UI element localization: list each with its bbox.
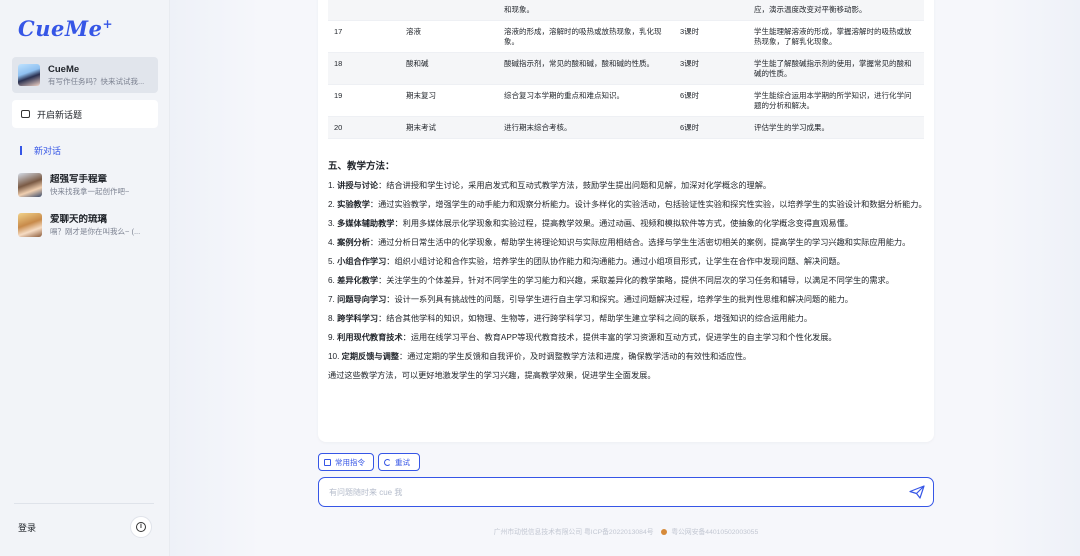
table-cell: 学生能理解溶液的形成，掌握溶解时的吸热或放热现象，了解乳化现象。 [748,20,924,53]
history-item[interactable]: 超强写手程章 快来找我拿一起创作吧~ [18,172,163,198]
retry-button[interactable]: 重试 [378,453,420,471]
common-commands-button[interactable]: 常用指令 [318,453,374,471]
list-item: 6. 差异化教学：关注学生的个体差异，针对不同学生的学习能力和兴趣，采取差异化的… [328,276,894,285]
table-cell: 溶液 [400,20,498,53]
sidebar-divider [14,503,154,504]
list-item: 3. 多媒体辅助教学：利用多媒体展示化学现象和实验过程，提高教学效果。通过动画、… [328,219,853,228]
table-cell: 期末复习 [400,84,498,117]
active-indicator [20,145,22,155]
bot-card-title: CueMe [48,63,80,75]
table-cell: 18 [328,52,400,85]
methods-section: 五、教学方法： 1. 讲授与讨论：结合讲授和学生讨论，采用启发式和互动式教学方法… [328,160,928,382]
history-subtitle: 嗝？刚才是你在叫我么~ (... [50,226,141,236]
history-item[interactable]: 爱聊天的琉璃 嗝？刚才是你在叫我么~ (... [18,212,163,238]
chat-bubble-icon [21,110,30,118]
table-row: 和现象。 应，演示温度改变对平衡移动影。 [328,0,924,21]
table-row: 17 溶液 溶液的形成，溶解时的吸热或放热现象，乳化现象。 3课时 学生能理解溶… [328,20,924,53]
footer-company[interactable]: 广州市动悦信息技术有限公司 粤ICP备2022013084号 [494,529,654,536]
footer-police[interactable]: 粤公网安备44010502003055 [671,529,758,536]
table-cell: 酸碱指示剂，常见的酸和碱，酸和碱的性质。 [498,52,674,85]
table-cell: 17 [328,20,400,53]
table-row: 20 期末考试 进行期末综合考核。 6课时 评估学生的学习成果。 [328,116,924,139]
list-item: 4. 案例分析：通过分析日常生活中的化学现象，帮助学生将理论知识与实际应用相结合… [328,238,911,247]
police-badge-icon [661,529,668,536]
table-cell: 20 [328,116,400,139]
message-panel: 和现象。 应，演示温度改变对平衡移动影。 17 溶液 溶液的形成，溶解时的吸热或… [318,0,934,442]
send-icon[interactable] [909,485,925,499]
list-item: 10. 定期反馈与调整：通过定期的学生反馈和自我评价，及时调整教学方法和进度，确… [328,352,752,361]
curriculum-table: 和现象。 应，演示温度改变对平衡移动影。 17 溶液 溶液的形成，溶解时的吸热或… [328,0,924,139]
list-item: 1. 讲授与讨论：结合讲授和学生讨论，采用启发式和互动式教学方法，鼓励学生提出问… [328,181,772,190]
section-title: 五、教学方法： [328,161,395,172]
table-cell: 评估学生的学习成果。 [748,116,924,139]
table-cell: 6课时 [674,116,748,139]
table-cell: 学生能了解酸碱指示剂的使用，掌握常见的酸和碱的性质。 [748,52,924,85]
table-cell: 6课时 [674,84,748,117]
bot-card-subtitle: 有写作任务吗？快来试试我... [48,76,145,86]
command-icon [324,458,331,466]
retry-icon [384,458,391,466]
table-cell: 3课时 [674,52,748,85]
history-subtitle: 快来找我拿一起创作吧~ [50,186,130,196]
main-area: 和现象。 应，演示温度改变对平衡移动影。 17 溶液 溶液的形成，溶解时的吸热或… [170,0,1080,556]
table-cell: 和现象。 [498,0,674,21]
summary-text: 通过这些教学方法，可以更好地激发学生的学习兴趣，提高教学效果，促进学生全面发展。 [328,371,656,380]
new-topic-label: 开启新话题 [37,109,83,120]
sidebar-item-new-chat[interactable]: 新对话 [20,144,61,156]
login-link[interactable]: 登录 [18,521,36,534]
table-cell: 19 [328,84,400,117]
history-title: 超强写手程章 [50,173,108,185]
table-cell: 学生能综合运用本学期的所学知识，进行化学问题的分析和解决。 [748,84,924,117]
list-item: 7. 问题导向学习：设计一系列具有挑战性的问题，引导学生进行自主学习和探究。通过… [328,295,853,304]
sidebar: CueMe+ CueMe 有写作任务吗？快来试试我... 开启新话题 新对话 超… [0,0,170,556]
avatar [18,213,42,237]
table-row: 19 期末复习 综合复习本学期的重点和难点知识。 6课时 学生能综合运用本学期的… [328,84,924,117]
table-cell: 3课时 [674,20,748,53]
new-chat-label: 新对话 [34,145,62,156]
table-cell: 期末考试 [400,116,498,139]
table-cell: 酸和碱 [400,52,498,85]
chat-input-box [318,477,934,507]
avatar [18,173,42,197]
list-item: 2. 实验教学：通过实验教学，增强学生的动手能力和观察分析能力。设计多样化的实验… [328,200,927,209]
chat-input[interactable] [329,487,889,497]
app-logo[interactable]: CueMe+ [18,16,113,41]
list-item: 8. 跨学科学习：结合其他学科的知识，如物理、生物等，进行跨学科学习，帮助学生建… [328,314,813,323]
list-item: 5. 小组合作学习：组织小组讨论和合作实验，培养学生的团队协作能力和沟通能力。通… [328,257,845,266]
table-cell: 溶液的形成，溶解时的吸热或放热现象，乳化现象。 [498,20,674,53]
table-cell: 应，演示温度改变对平衡移动影。 [748,0,924,21]
table-cell: 综合复习本学期的重点和难点知识。 [498,84,674,117]
info-icon: i [136,522,146,532]
footer: 广州市动悦信息技术有限公司 粤ICP备2022013084号 粤公网安备4401… [318,526,934,536]
table-cell: 进行期末综合考核。 [498,116,674,139]
table-row: 18 酸和碱 酸碱指示剂，常见的酸和碱，酸和碱的性质。 3课时 学生能了解酸碱指… [328,52,924,85]
new-topic-button[interactable]: 开启新话题 [12,100,158,128]
info-button[interactable]: i [130,516,152,538]
history-title: 爱聊天的琉璃 [50,213,108,225]
avatar [18,64,40,86]
list-item: 9. 利用现代教育技术：运用在线学习平台、教育APP等现代教育技术，提供丰富的学… [328,333,837,342]
bot-card-cueme[interactable]: CueMe 有写作任务吗？快来试试我... [12,57,158,93]
